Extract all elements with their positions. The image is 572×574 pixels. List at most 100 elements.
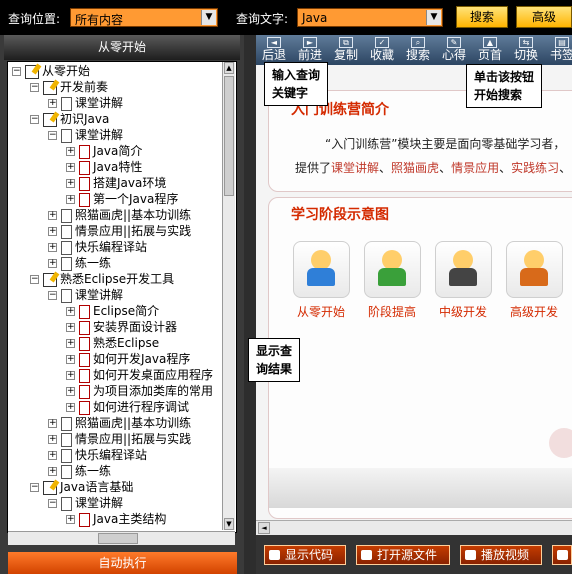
expand-icon[interactable]: + (66, 323, 75, 332)
expand-icon[interactable]: + (48, 99, 57, 108)
tree-item[interactable]: + 搭建Java环境 (66, 175, 166, 191)
book-icon (43, 80, 57, 95)
expand-icon[interactable]: + (66, 403, 75, 412)
tree-item[interactable]: + 快乐编程译站 (48, 239, 147, 255)
callout-line: 显示查 (256, 344, 293, 358)
show-code-button[interactable]: 显示代码 (264, 545, 346, 565)
expand-icon[interactable]: + (48, 243, 57, 252)
expand-icon[interactable]: + (66, 195, 75, 204)
toolbar-button[interactable]: ► 前进 (292, 35, 328, 65)
tree-item[interactable]: + 情景应用||拓展与实践 (48, 431, 191, 447)
expand-icon[interactable]: + (66, 371, 75, 380)
search-button[interactable]: 搜索 (456, 6, 508, 28)
expand-icon[interactable]: + (66, 307, 75, 316)
expand-icon[interactable]: + (66, 339, 75, 348)
tree-item[interactable]: + Java主类结构 (66, 511, 166, 527)
toolbar-button[interactable]: ▲ 页首 (472, 35, 508, 65)
collapse-icon[interactable]: − (30, 483, 39, 492)
tree-item[interactable]: − 课堂讲解 (48, 287, 123, 303)
collapse-icon[interactable]: − (30, 115, 39, 124)
expand-icon[interactable]: + (66, 147, 75, 156)
link-scenario[interactable]: 情景应用 (451, 161, 499, 175)
expand-icon[interactable]: + (66, 179, 75, 188)
tree-item[interactable]: + 快乐编程译站 (48, 447, 147, 463)
chevron-down-icon[interactable]: ▼ (201, 10, 216, 25)
collapse-icon[interactable]: − (48, 131, 57, 140)
tree-item[interactable]: + 练一练 (48, 255, 111, 271)
toolbar-button[interactable]: ✓ 收藏 (364, 35, 400, 65)
tree-item[interactable]: + Eclipse简介 (66, 303, 159, 319)
expand-icon[interactable]: + (48, 211, 57, 220)
collapse-icon[interactable]: − (48, 499, 57, 508)
tree-item[interactable]: + 安装界面设计器 (66, 319, 177, 335)
scroll-thumb[interactable] (98, 533, 138, 544)
link-course[interactable]: 课堂讲解 (331, 161, 379, 175)
tree-item[interactable]: − 课堂讲解 (48, 495, 123, 511)
content-horizontal-scrollbar[interactable]: ◄ (256, 520, 572, 535)
tree-item[interactable]: + 情景应用||拓展与实践 (48, 223, 191, 239)
tree-item[interactable]: + Java特性 (66, 159, 142, 175)
toolbar-button[interactable]: ✎ 心得 (436, 35, 472, 65)
stage-beginner[interactable]: 从零开始 (291, 241, 351, 320)
more-button[interactable] (552, 545, 572, 565)
toolbar-button[interactable]: ⧉ 复制 (328, 35, 364, 65)
expand-icon[interactable]: + (48, 227, 57, 236)
page-icon (79, 144, 90, 159)
tree-item[interactable]: + 练一练 (48, 463, 111, 479)
tree-item[interactable]: + 课堂讲解 (48, 95, 123, 111)
scroll-left-icon[interactable]: ◄ (258, 522, 270, 534)
toolbar-button[interactable]: ◄ 后退 (256, 35, 292, 65)
expand-icon[interactable]: + (48, 435, 57, 444)
tree-item[interactable]: − 开发前奏 (30, 79, 108, 95)
tree-item[interactable]: + 如何开发Java程序 (66, 351, 190, 367)
advanced-button[interactable]: 高级 (516, 6, 572, 28)
query-location-select[interactable]: 所有内容 ▼ (70, 8, 218, 27)
scroll-down-icon[interactable]: ▼ (224, 518, 234, 530)
tree-item[interactable]: + 照猫画虎||基本功训练 (48, 415, 191, 431)
link-practice[interactable]: 照猫画虎 (391, 161, 439, 175)
copy-icon: ⧉ (339, 37, 353, 48)
expand-icon[interactable]: + (66, 515, 75, 524)
expand-icon[interactable]: + (48, 451, 57, 460)
query-text-input[interactable]: Java ▼ (297, 8, 443, 27)
stage-advanced[interactable]: 高级开发 (504, 241, 564, 320)
expand-icon[interactable]: + (48, 467, 57, 476)
toolbar-button[interactable]: ⇆ 切换 (508, 35, 544, 65)
expand-icon[interactable]: + (66, 355, 75, 364)
collapse-icon[interactable]: − (30, 275, 39, 284)
tree-item[interactable]: − 初识Java (30, 111, 109, 127)
expand-icon[interactable]: + (66, 163, 75, 172)
tree-horizontal-scrollbar[interactable] (8, 531, 235, 545)
expand-icon[interactable]: + (48, 419, 57, 428)
auto-run-button[interactable]: 自动执行 (8, 552, 237, 574)
tree-item[interactable]: + 为项目添加类库的常用 (66, 383, 213, 399)
tree-item[interactable]: − 课堂讲解 (48, 127, 123, 143)
stage-improve[interactable]: 阶段提高 (362, 241, 422, 320)
tree-item[interactable]: + 如何开发桌面应用程序 (66, 367, 213, 383)
collapse-icon[interactable]: − (48, 291, 57, 300)
tree-item[interactable]: + 第一个Java程序 (66, 191, 178, 207)
stage-intermediate[interactable]: 中级开发 (433, 241, 493, 320)
tree-item[interactable]: − 从零开始 (12, 63, 90, 79)
tree-item[interactable]: + 熟悉Eclipse (66, 335, 159, 351)
chevron-down-icon[interactable]: ▼ (426, 10, 441, 25)
open-source-button[interactable]: 打开源文件 (356, 545, 450, 565)
expand-icon[interactable]: + (66, 387, 75, 396)
tree-item-label: Java主类结构 (93, 512, 167, 526)
collapse-icon[interactable]: − (12, 67, 21, 76)
tree-item[interactable]: − 熟悉Eclipse开发工具 (30, 271, 174, 287)
toolbar-button[interactable]: ▤ 书签 (544, 35, 572, 65)
link-exercise[interactable]: 实践练习 (511, 161, 559, 175)
tree-item[interactable]: + Java简介 (66, 143, 142, 159)
collapse-icon[interactable]: − (30, 83, 39, 92)
tree-item[interactable]: + 照猫画虎||基本功训练 (48, 207, 191, 223)
page-icon (61, 240, 72, 255)
tree-item[interactable]: − Java语言基础 (30, 479, 133, 495)
tree-item[interactable]: + 如何进行程序调试 (66, 399, 189, 415)
toolbar-button[interactable]: ⌕ 搜索 (400, 35, 436, 65)
play-video-button[interactable]: 播放视频 (460, 545, 542, 565)
tree-vertical-scrollbar[interactable]: ▲ ▼ (222, 62, 235, 530)
scroll-up-icon[interactable]: ▲ (224, 62, 234, 74)
expand-icon[interactable]: + (48, 259, 57, 268)
scroll-thumb[interactable] (224, 76, 234, 196)
